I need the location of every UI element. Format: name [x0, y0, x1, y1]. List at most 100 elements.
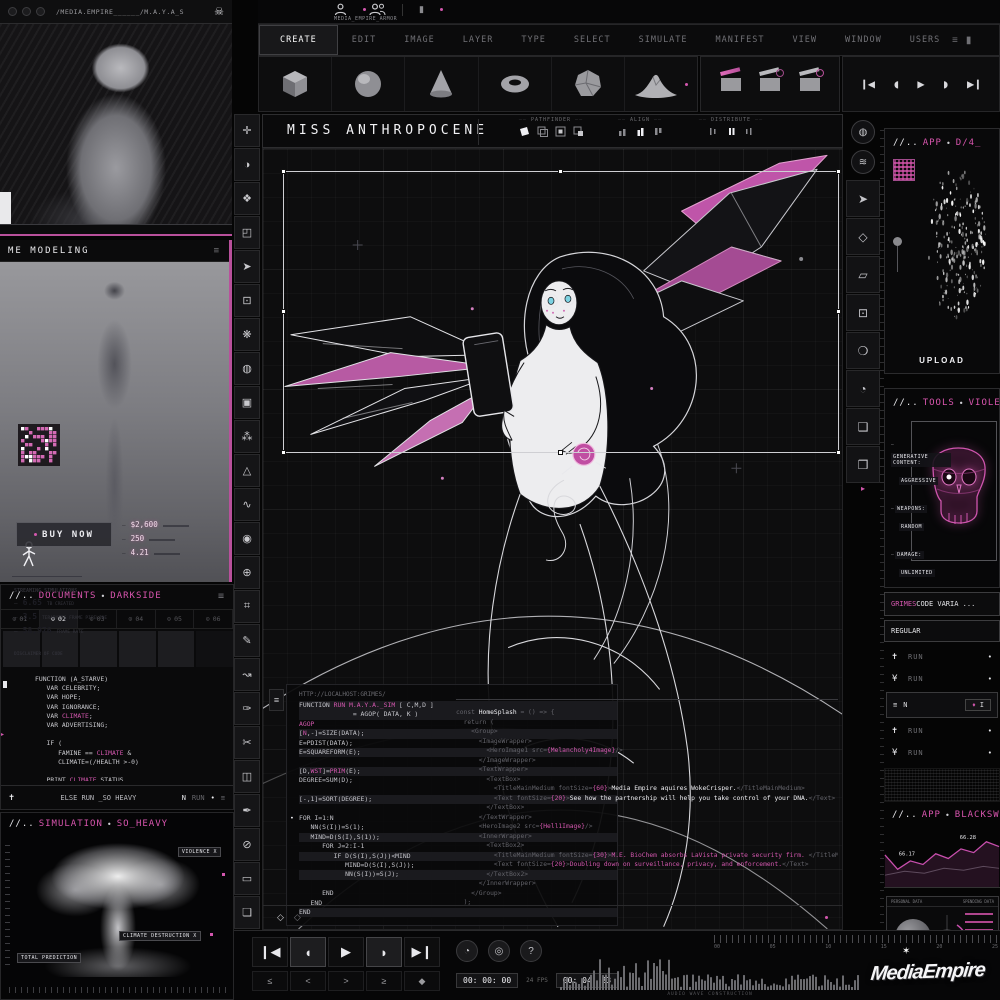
menu-item[interactable]: VIEW	[779, 25, 831, 55]
dagger-icon[interactable]: ✝	[9, 793, 14, 803]
tool-button[interactable]: ⌗	[234, 590, 260, 623]
tool-button[interactable]: ⊘	[234, 828, 260, 861]
timeline-ruler[interactable]	[714, 935, 998, 943]
tool-button[interactable]: ❑	[846, 408, 880, 445]
align-center-icon[interactable]	[635, 126, 646, 137]
step-button[interactable]: >	[328, 971, 364, 991]
code-panel-tab[interactable]: ≡	[269, 689, 284, 711]
pathfinder-unite-icon[interactable]	[519, 126, 530, 137]
jsx-code-overlay[interactable]: const HomeSplash = () => { return ( <Gro…	[456, 699, 838, 905]
pathfinder-exclude-icon[interactable]	[573, 126, 584, 137]
tool-button[interactable]: ∿	[234, 488, 260, 521]
tool-button[interactable]: ◫	[234, 760, 260, 793]
thumbnail[interactable]	[158, 631, 195, 667]
menu-item[interactable]: LAYER	[449, 25, 508, 55]
tool-button[interactable]: ⁂	[234, 420, 260, 453]
menu-item[interactable]: SIMULATE	[625, 25, 702, 55]
selection-handle[interactable]	[836, 309, 841, 314]
run-label[interactable]: RUN	[192, 794, 205, 802]
transport-button[interactable]: ◗	[942, 77, 949, 91]
menu-item[interactable]: MANIFEST	[702, 25, 779, 55]
tool-button[interactable]: ▭	[234, 862, 260, 895]
run-row[interactable]: ¥ RUN •	[884, 742, 1000, 764]
tool-button[interactable]: ✛	[234, 114, 260, 147]
sphere-primitive-button[interactable]	[332, 57, 405, 111]
tool-button[interactable]: ▱	[846, 256, 880, 293]
selection-marquee[interactable]	[283, 171, 839, 453]
user-icon[interactable]	[334, 3, 347, 16]
terrain-primitive-button[interactable]	[625, 57, 697, 111]
artboard-canvas[interactable]: ≡ HTTP://LOCALHOST:GRIMES/ FUNCTION RUN …	[262, 148, 843, 930]
style-select[interactable]: REGULAR	[884, 620, 1000, 642]
run-row[interactable]: ✝ RUN •	[884, 720, 1000, 742]
transport-button[interactable]: ❙◀	[252, 937, 288, 967]
code-varia-select[interactable]: GRIMES CODE VARIA ...	[884, 592, 1000, 616]
stepper-value[interactable]: ♦ I	[965, 699, 991, 711]
tool-button[interactable]: ✎	[234, 624, 260, 657]
menu-item[interactable]: USERS	[896, 25, 955, 55]
menu-item[interactable]: SELECT	[560, 25, 625, 55]
toolstrip-circle-button[interactable]: ◍	[851, 120, 875, 144]
menu-icon[interactable]: ≡	[218, 591, 225, 602]
transport-button[interactable]: ◖	[893, 77, 900, 91]
menu-item[interactable]: CREATE	[259, 25, 338, 55]
distribute-v-icon[interactable]	[744, 126, 755, 137]
tool-button[interactable]: ➤	[846, 180, 880, 217]
menu-item[interactable]: TYPE	[507, 25, 559, 55]
tool-button[interactable]: ✒	[234, 794, 260, 827]
transport-button[interactable]: ▶❙	[967, 77, 981, 91]
scene-clapper-record-button[interactable]	[800, 78, 820, 91]
tool-button[interactable]: ◉	[234, 522, 260, 555]
tool-button[interactable]: △	[234, 454, 260, 487]
tool-button[interactable]: ❍	[846, 332, 880, 369]
transport-button[interactable]: ▶	[917, 77, 924, 91]
tool-button[interactable]: ◔	[846, 370, 880, 407]
torus-primitive-button[interactable]	[479, 57, 552, 111]
distribute-h-icon[interactable]	[708, 126, 719, 137]
menu-item[interactable]: IMAGE	[390, 25, 449, 55]
pathfinder-minus-icon[interactable]	[537, 126, 548, 137]
utility-button[interactable]: ?	[520, 940, 542, 962]
buy-now-button[interactable]: BUY NOW	[16, 522, 112, 547]
document-tab[interactable]: ⊙ 05	[156, 610, 195, 628]
menu-icon[interactable]: ≡	[221, 794, 225, 802]
tool-button[interactable]: ❋	[234, 318, 260, 351]
menu-item[interactable]: EDIT	[338, 25, 390, 55]
selection-handle[interactable]	[281, 169, 286, 174]
tool-button[interactable]: ➤	[234, 250, 260, 283]
pathfinder-intersect-icon[interactable]	[555, 126, 566, 137]
toolstrip-circle-button[interactable]: ≋	[851, 150, 875, 174]
step-button[interactable]: ≥	[366, 971, 402, 991]
selection-handle[interactable]	[558, 450, 563, 455]
cube-primitive-button[interactable]	[259, 57, 332, 111]
transport-button[interactable]: ◖	[290, 937, 326, 967]
align-left-icon[interactable]	[617, 126, 628, 137]
tool-button[interactable]: ✑	[234, 692, 260, 725]
selection-handle[interactable]	[281, 309, 286, 314]
transport-button[interactable]: ❙◀	[861, 77, 875, 91]
window-button[interactable]	[22, 7, 31, 16]
tool-button[interactable]: ❒	[846, 446, 880, 483]
menu-icon[interactable]: ≡	[214, 246, 221, 256]
utility-button[interactable]: ◔	[456, 940, 478, 962]
tool-button[interactable]: ◇	[846, 218, 880, 255]
step-button[interactable]: ◆	[404, 971, 440, 991]
transport-button[interactable]: ▶❙	[404, 937, 440, 967]
selection-handle[interactable]	[836, 169, 841, 174]
scene-clapper-button[interactable]	[721, 78, 741, 91]
tool-button[interactable]: ↝	[234, 658, 260, 691]
selection-handle[interactable]	[558, 169, 563, 174]
upload-label[interactable]: UPLOAD	[885, 356, 999, 365]
gem-icon[interactable]: ◇	[294, 912, 301, 923]
timecode-current[interactable]: 00: 00: 00	[456, 973, 518, 988]
users-group-icon[interactable]	[369, 3, 386, 16]
utility-button[interactable]: ◎	[488, 940, 510, 962]
step-button[interactable]: <	[290, 971, 326, 991]
tool-button[interactable]: ◑	[234, 148, 260, 181]
window-button[interactable]	[36, 7, 45, 16]
tool-button[interactable]: ❖	[234, 182, 260, 215]
run-row[interactable]: ✝ RUN •	[884, 646, 1000, 668]
document-tab[interactable]: ⊙ 04	[117, 610, 156, 628]
scene-clapper-loop-button[interactable]	[760, 78, 780, 91]
menu-item[interactable]: WINDOW	[831, 25, 896, 55]
